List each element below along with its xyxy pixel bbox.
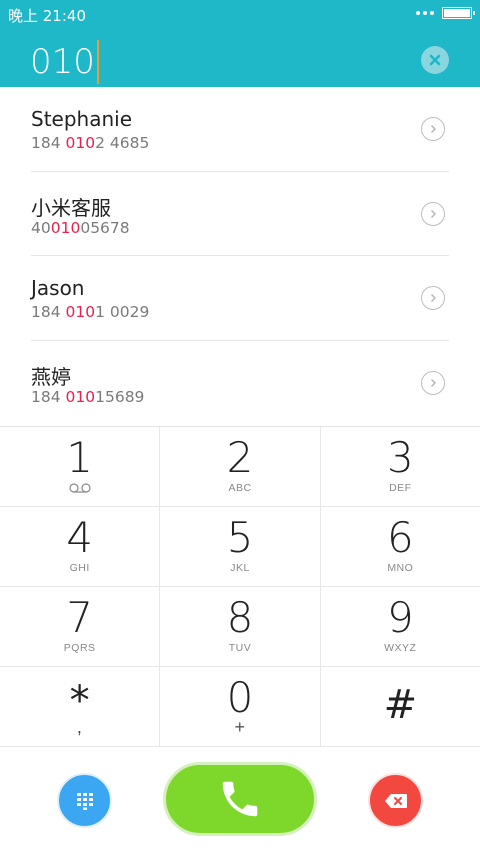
key-digit: 1 (66, 433, 94, 482)
contact-row[interactable]: Jason 184 0101 0029 (31, 256, 449, 341)
key-digit: 5 (226, 513, 254, 562)
number-match: 010 (65, 387, 96, 406)
key-letters: + (234, 717, 246, 737)
more-dots-icon (416, 11, 434, 15)
key-digit: 3 (386, 433, 414, 482)
keypad-grid-icon (76, 792, 93, 810)
key-letters: , (76, 717, 83, 737)
chevron-right-icon (431, 294, 436, 302)
voicemail-icon (69, 483, 91, 493)
clear-input-button[interactable] (421, 46, 449, 74)
backspace-icon (384, 793, 407, 808)
toggle-keypad-button[interactable] (57, 773, 112, 828)
key-digit: * (69, 678, 90, 724)
dial-number-input[interactable]: 010 (30, 40, 99, 84)
contact-number: 4001005678 (31, 218, 130, 237)
key-9[interactable]: 9 WXYZ (321, 587, 480, 666)
key-digit: 9 (386, 593, 414, 642)
key-0[interactable]: 0 + (160, 667, 321, 746)
key-hash[interactable]: # (321, 667, 480, 746)
chevron-right-icon (431, 125, 436, 133)
key-letters: DEF (389, 482, 412, 494)
number-match: 010 (50, 218, 81, 237)
call-button[interactable] (163, 762, 317, 836)
contact-row[interactable]: Stephanie 184 0102 4685 (31, 87, 449, 172)
contact-number: 184 0101 0029 (31, 303, 150, 321)
key-digit: 0 (226, 673, 254, 722)
contact-name: 燕婷 (31, 364, 71, 389)
dialer-actions (0, 747, 480, 853)
phone-icon (222, 781, 258, 817)
key-7[interactable]: 7 PQRS (0, 587, 161, 666)
key-1[interactable]: 1 (0, 427, 161, 506)
contact-name: Stephanie (31, 107, 133, 131)
contact-details-button[interactable] (421, 117, 445, 141)
contact-name: 小米客服 (31, 195, 111, 220)
contact-details-button[interactable] (421, 370, 445, 395)
contact-number: 184 01015689 (31, 387, 145, 406)
key-star[interactable]: * , (0, 667, 161, 746)
chevron-right-icon (431, 378, 436, 387)
key-2[interactable]: 2 ABC (160, 427, 321, 506)
number-match: 010 (65, 303, 96, 321)
contact-suggestions: Stephanie 184 0102 4685 小米客服 4001005678 … (0, 87, 480, 425)
key-digit: # (383, 682, 418, 728)
key-digit: 4 (66, 513, 94, 562)
key-digit: 7 (66, 593, 94, 642)
key-letters: PQRS (63, 642, 96, 654)
key-digit: 8 (226, 593, 254, 642)
delete-digit-button[interactable] (368, 773, 423, 828)
key-digit: 6 (386, 513, 414, 562)
clear-icon (429, 54, 441, 66)
status-bar: 晚上 21:40 (0, 0, 480, 28)
dial-number-value: 010 (30, 42, 95, 82)
chevron-right-icon (431, 209, 436, 218)
key-4[interactable]: 4 GHI (0, 507, 161, 586)
key-8[interactable]: 8 TUV (160, 587, 321, 666)
key-6[interactable]: 6 MNO (321, 507, 480, 586)
keypad-row: 1 2 ABC 3 DEF (0, 427, 480, 507)
key-5[interactable]: 5 JKL (160, 507, 321, 586)
key-letters: MNO (387, 562, 414, 574)
contact-row[interactable]: 小米客服 4001005678 (31, 172, 449, 256)
key-3[interactable]: 3 DEF (321, 427, 480, 506)
keypad-row: 4 GHI 5 JKL 6 MNO (0, 507, 480, 587)
key-letters: JKL (230, 562, 250, 574)
text-cursor (96, 40, 99, 84)
key-letters: WXYZ (384, 642, 417, 654)
contact-details-button[interactable] (421, 201, 445, 226)
key-digit: 2 (226, 433, 254, 482)
contact-name: Jason (31, 276, 85, 300)
key-letters: ABC (228, 482, 252, 494)
status-time: 晚上 21:40 (8, 7, 86, 25)
keypad-row: 7 PQRS 8 TUV 9 WXYZ (0, 587, 480, 667)
contact-number: 184 0102 4685 (31, 134, 150, 152)
contact-row[interactable]: 燕婷 184 01015689 (31, 341, 449, 426)
key-letters: TUV (228, 642, 252, 654)
battery-icon (442, 7, 475, 19)
dialer-header: 晚上 21:40 010 (0, 0, 480, 87)
contact-details-button[interactable] (421, 286, 445, 310)
key-letters: GHI (69, 562, 90, 574)
status-icons (416, 7, 475, 19)
number-match: 010 (65, 134, 96, 152)
keypad-row: * , 0 + # (0, 667, 480, 747)
dial-keypad: 1 2 ABC 3 DEF 4 GHI 5 JKL 6 MNO 7 PQRS 8… (0, 426, 480, 747)
